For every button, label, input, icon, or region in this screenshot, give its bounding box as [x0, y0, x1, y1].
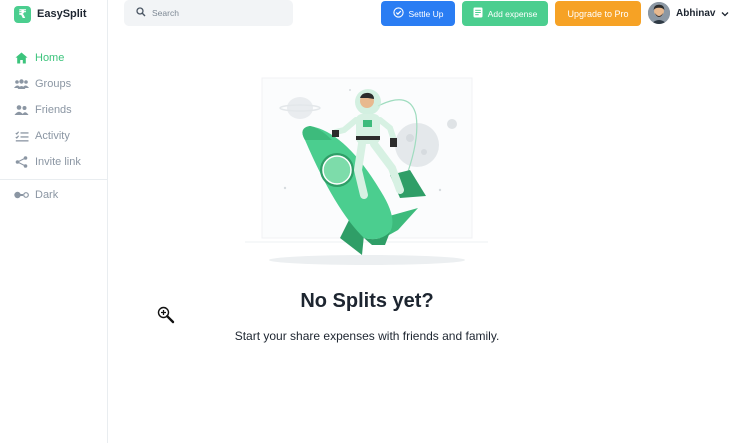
- sidebar-item-label: Invite link: [35, 156, 81, 168]
- empty-state-illustration: [240, 70, 490, 270]
- rupee-logo-icon: ₹: [14, 5, 31, 23]
- share-icon: [14, 156, 29, 168]
- search-bar[interactable]: [124, 0, 293, 26]
- search-input[interactable]: [152, 8, 272, 18]
- sidebar-nav: Home Groups Friends Activity Invite link: [0, 45, 107, 208]
- theme-toggle-label: Dark: [35, 189, 59, 201]
- sidebar-item-activity[interactable]: Activity: [0, 123, 107, 149]
- chevron-down-icon: [721, 4, 729, 22]
- toggle-icon: [14, 189, 29, 201]
- friends-icon: [14, 104, 29, 116]
- brand[interactable]: ₹ EasySplit: [14, 5, 87, 23]
- avatar: [648, 2, 670, 24]
- home-icon: [14, 52, 29, 64]
- sidebar-item-label: Home: [35, 52, 65, 64]
- upgrade-to-pro-button[interactable]: Upgrade to Pro: [555, 1, 641, 26]
- user-menu[interactable]: Abhinav: [648, 2, 729, 24]
- sidebar-item-friends[interactable]: Friends: [0, 97, 107, 123]
- user-name: Abhinav: [676, 7, 716, 19]
- activity-icon: [14, 130, 29, 142]
- add-expense-button[interactable]: Add expense: [462, 1, 548, 26]
- search-icon: [136, 4, 146, 22]
- sidebar-item-home[interactable]: Home: [0, 45, 107, 71]
- groups-icon: [14, 78, 29, 90]
- sidebar: ₹ EasySplit Home Groups Friends Activity…: [0, 0, 108, 443]
- receipt-icon: [473, 7, 483, 20]
- brand-name: EasySplit: [37, 8, 87, 20]
- sidebar-item-invite-link[interactable]: Invite link: [0, 149, 107, 175]
- sidebar-item-groups[interactable]: Groups: [0, 71, 107, 97]
- theme-toggle[interactable]: Dark: [0, 182, 107, 208]
- zoom-in-cursor-icon: [157, 306, 175, 324]
- sidebar-item-label: Friends: [35, 104, 72, 116]
- settle-up-button[interactable]: Settle Up: [381, 1, 455, 26]
- astronaut-rocket-illustration: [245, 77, 488, 265]
- sidebar-item-label: Groups: [35, 78, 72, 90]
- sidebar-divider: [0, 179, 107, 180]
- upgrade-label: Upgrade to Pro: [567, 8, 629, 19]
- check-circle-icon: [392, 7, 404, 20]
- sidebar-item-label: Activity: [35, 130, 70, 142]
- empty-state-title: No Splits yet?: [300, 290, 434, 312]
- add-expense-label: Add expense: [487, 8, 538, 19]
- settle-up-label: Settle Up: [408, 8, 444, 19]
- empty-state-subtitle: Start your share expenses with friends a…: [234, 329, 500, 343]
